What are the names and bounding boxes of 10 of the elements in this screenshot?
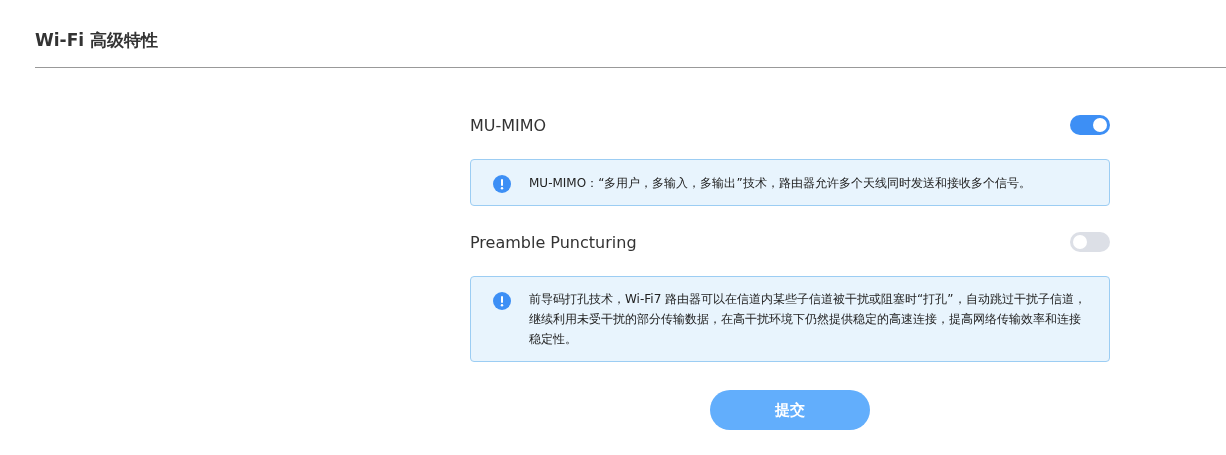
page-title: Wi-Fi 高级特性 [34,29,159,52]
toggle-switch[interactable] [1070,115,1110,135]
info-icon [493,292,511,310]
toggle-switch[interactable] [1070,232,1110,252]
info-icon [493,175,511,193]
feature-label: MU-MIMO [470,115,547,135]
feature-label: Preamble Puncturing [470,232,637,252]
info-text: 前导码打孔技术，Wi-Fi7 路由器可以在信道内某些子信道被干扰或阻塞时“打孔”，自动跳过干扰子信道，继续利用未受干扰的部分传输数据，在高干扰环境下仍然提供稳定的高速连接，提高网络传输效率和连接稳定性。 [529,291,1087,348]
submit-button[interactable]: 提交 [710,390,870,430]
info-text: MU-MIMO：“多用户，多输入，多输出”技术，路由器允许多个天线同时发送和接收多个信号。 [529,174,1031,192]
